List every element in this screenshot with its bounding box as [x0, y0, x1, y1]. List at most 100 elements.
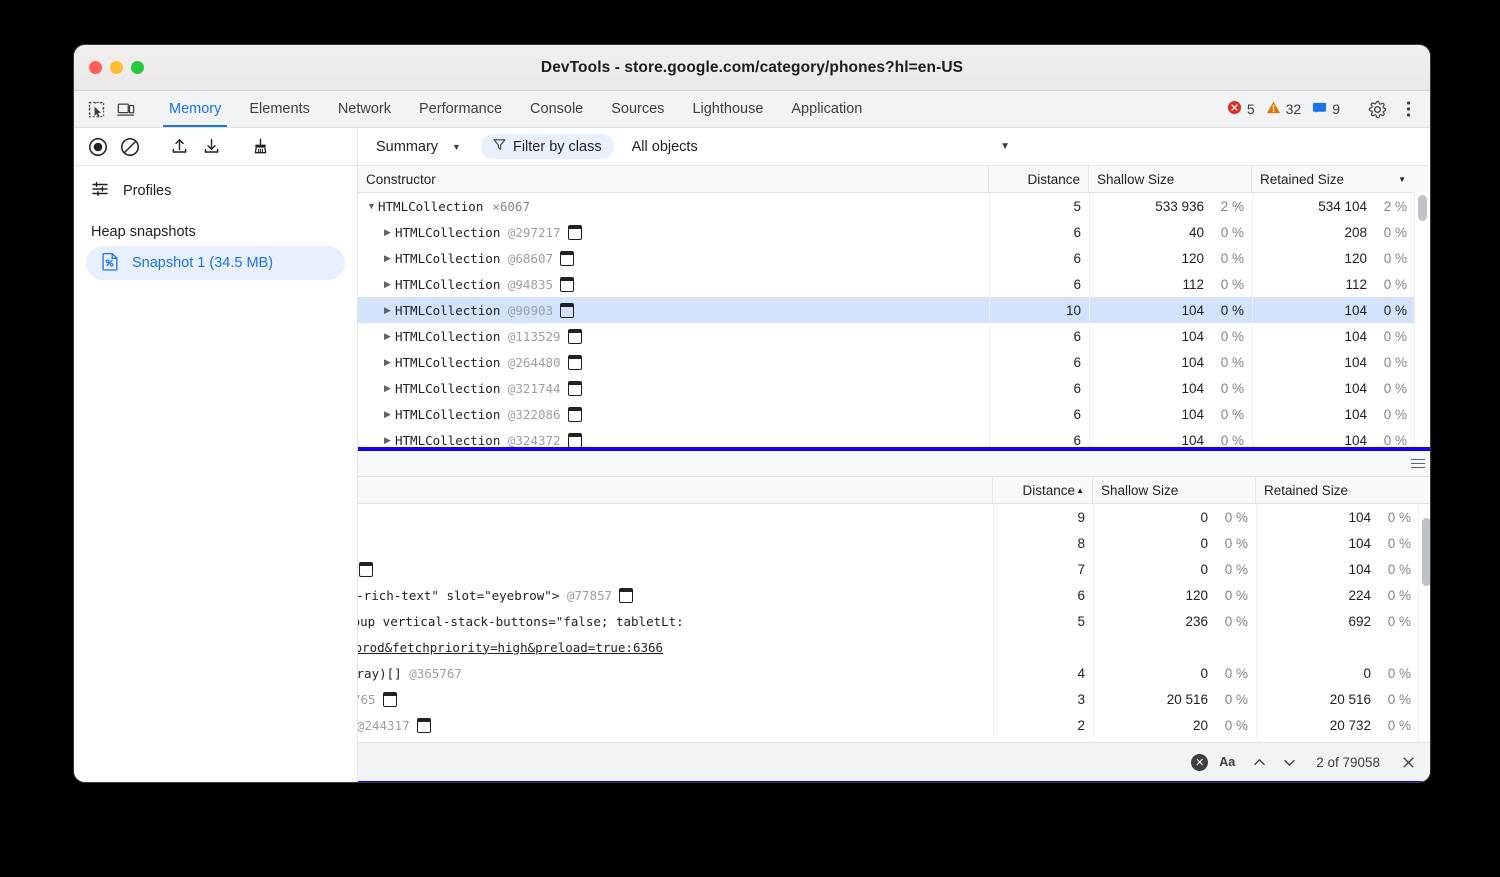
cell-distance: 8 [993, 530, 1093, 556]
minimize-window-button[interactable] [110, 61, 123, 74]
col-sh-percent: 0 % [1204, 407, 1244, 422]
disclosure-triangle-icon[interactable]: ▶ [384, 227, 395, 238]
table-row[interactable]: ▶HTMLCollection @90903101040 %1040 % [358, 297, 1430, 323]
tab-performance[interactable]: Performance [405, 91, 516, 127]
device-toolbar-icon[interactable] [112, 95, 140, 123]
column-header-retained-size[interactable]: Retained Size ▼ [1251, 166, 1414, 192]
error-badge[interactable]: 5 [1223, 100, 1259, 118]
gear-icon[interactable] [1363, 95, 1391, 123]
disclosure-triangle-icon[interactable]: ▶ [384, 357, 395, 368]
match-case-button[interactable]: Aa [1212, 753, 1242, 771]
table-row[interactable]: ▼[1] in InternalNode @154304700 %1040 % [358, 556, 1430, 582]
objects-select-chevron-down-icon[interactable]: ▼ [1000, 141, 1010, 152]
table-row[interactable]: ▶HTMLCollection @6860761200 %1200 % [358, 245, 1430, 271]
warning-count: 32 [1286, 101, 1302, 117]
disclosure-triangle-icon[interactable]: ▶ [384, 253, 395, 264]
cell-distance: 9 [993, 504, 1093, 530]
table-row[interactable]: ▶HTMLCollection @2972176400 %2080 % [358, 219, 1430, 245]
column-header-retainers-shallow-size[interactable]: Shallow Size [1092, 477, 1255, 503]
disclosure-triangle-icon[interactable]: ▶ [384, 435, 395, 446]
sidebar-item-snapshot-1[interactable]: Snapshot 1 (34.5 MB) [86, 246, 345, 280]
window-controls[interactable] [89, 61, 144, 74]
filter-by-class-input[interactable]: Filter by class [481, 134, 614, 159]
table-row[interactable]: ▼1929 in (internal array)[] @365767400 %… [358, 660, 1430, 686]
column-header-retainers-distance[interactable]: Distance ▲ [992, 477, 1092, 503]
table-row[interactable]: ▶HTMLCollection @32174461040 %1040 % [358, 375, 1430, 401]
col-sh-value: 0 [1200, 536, 1208, 551]
cell-col-sh: 400 % [1089, 219, 1252, 245]
column-header-constructor[interactable]: Constructor [358, 166, 988, 192]
search-input[interactable]: array [358, 752, 1191, 772]
inspect-element-icon[interactable] [82, 95, 110, 123]
hamburger-icon[interactable] [1411, 459, 1425, 469]
cell-constructor: ▶HTMLCollection @90903 [358, 297, 989, 323]
chevron-up-icon[interactable] [1246, 749, 1272, 775]
retainers-rows: ▼[1] in InternalNode @170888900 %1040 % ▼… [358, 504, 1430, 738]
window-object-icon [568, 433, 582, 448]
close-window-button[interactable] [89, 61, 102, 74]
column-header-shallow-size[interactable]: Shallow Size [1088, 166, 1251, 192]
table-row[interactable]: ▼table in Set @365765320 5160 %20 5160 % [358, 686, 1430, 712]
source-link[interactable]: templates.min.js?sc=prod&fetchpriority=h… [358, 640, 663, 655]
broom-icon[interactable] [246, 133, 274, 161]
disclosure-triangle-icon[interactable]: ▼ [367, 201, 378, 211]
clear-circle-icon[interactable]: ✕ [1191, 754, 1208, 771]
table-row[interactable]: ▶HTMLCollection @32437261040 %1040 % [358, 427, 1430, 447]
info-badge[interactable]: 9 [1308, 100, 1344, 118]
cell-col-ret: 20 5160 % [1256, 686, 1419, 712]
disclosure-triangle-icon[interactable]: ▶ [384, 279, 395, 290]
table-row[interactable]: ▼[1] in InternalNode @154306800 %1040 % [358, 530, 1430, 556]
col-sh-percent: 0 % [1204, 329, 1244, 344]
download-icon[interactable] [197, 133, 225, 161]
retainers-scroll-thumb[interactable] [1422, 518, 1430, 586]
constructors-scrollbar[interactable] [1414, 192, 1430, 447]
disclosure-triangle-icon[interactable]: ▶ [384, 383, 395, 394]
close-icon[interactable] [1396, 750, 1420, 774]
sidebar-item-profiles[interactable]: Profiles [74, 174, 357, 208]
col-sh-percent: 0 % [1204, 381, 1244, 396]
chevron-down-icon[interactable] [1276, 749, 1302, 775]
object-id: @244317 [358, 718, 410, 733]
column-header-distance[interactable]: Distance [988, 166, 1088, 192]
table-row[interactable]: ▶HTMLCollection @26448061040 %1040 % [358, 349, 1430, 375]
col-ret-value: 0 [1363, 666, 1371, 681]
constructors-rows: ▼HTMLCollection×60675533 9362 %534 1042 … [358, 193, 1430, 447]
tab-sources[interactable]: Sources [597, 91, 678, 127]
objects-select-value[interactable]: All objects [632, 139, 698, 155]
tab-network[interactable]: Network [324, 91, 405, 127]
view-select[interactable]: Summary ▼ [370, 136, 467, 158]
disclosure-triangle-icon[interactable]: ▶ [384, 331, 395, 342]
table-row[interactable]: ▶HTMLCollection @11352961040 %1040 % [358, 323, 1430, 349]
column-header-object[interactable]: Object [358, 477, 992, 503]
table-row[interactable]: ▶HTMLCollection @9483561120 %1120 % [358, 271, 1430, 297]
warning-badge[interactable]: 32 [1262, 100, 1306, 118]
tab-application[interactable]: Application [777, 91, 876, 127]
tab-lighthouse[interactable]: Lighthouse [678, 91, 777, 127]
table-row[interactable]: ▶HTMLCollection @32208661040 %1040 % [358, 401, 1430, 427]
upload-icon[interactable] [165, 133, 193, 161]
clear-icon[interactable] [116, 133, 144, 161]
table-row-source-link[interactable]: templates.min.js?sc=prod&fetchpriority=h… [358, 634, 1430, 660]
constructors-scroll-thumb[interactable] [1418, 195, 1427, 221]
tab-elements[interactable]: Elements [235, 91, 323, 127]
disclosure-triangle-icon[interactable]: ▶ [384, 409, 395, 420]
table-row[interactable]: ▼elements in Bd @2443172200 %20 7320 % [358, 712, 1430, 738]
retainers-scrollbar[interactable] [1418, 504, 1430, 777]
record-icon[interactable] [84, 133, 112, 161]
tab-console[interactable]: Console [516, 91, 597, 127]
column-header-retainers-retained-size[interactable]: Retained Size [1255, 477, 1418, 503]
window-object-icon [417, 718, 431, 733]
col-sh-percent: 0 % [1208, 510, 1248, 525]
maximize-window-button[interactable] [131, 61, 144, 74]
cell-col-ret: 1040 % [1252, 297, 1415, 323]
tab-memory[interactable]: Memory [155, 91, 235, 127]
memory-toolbar-filters: Summary ▼ Filter by class All objects ▼ [358, 128, 1430, 165]
disclosure-triangle-icon[interactable]: ▶ [384, 305, 395, 316]
table-row[interactable]: ▼[32] in <bento-copy-group vertical-stac… [358, 608, 1430, 634]
more-vertical-icon[interactable] [1394, 95, 1422, 123]
table-row[interactable]: ▼HTMLCollection×60675533 9362 %534 1042 … [358, 193, 1430, 219]
window-object-icon [383, 692, 397, 707]
window-object-icon [560, 251, 574, 266]
table-row[interactable]: ▼[10] in <div class="bento-rich-text" sl… [358, 582, 1430, 608]
table-row[interactable]: ▼[1] in InternalNode @170888900 %1040 % [358, 504, 1430, 530]
